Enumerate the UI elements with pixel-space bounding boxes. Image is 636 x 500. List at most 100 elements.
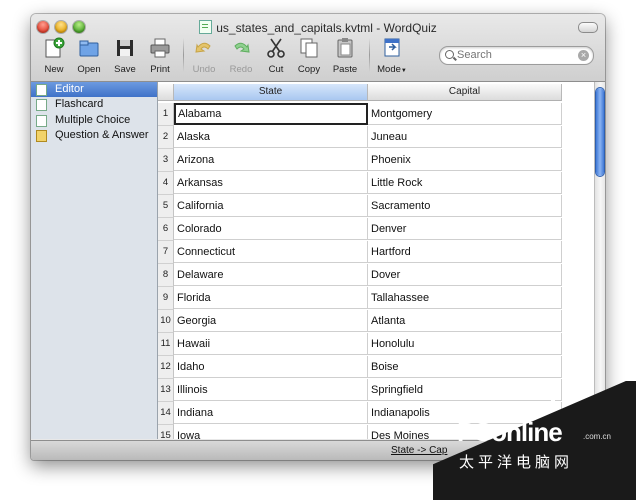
clear-search-icon[interactable]: × [578,50,589,61]
row-number[interactable]: 8 [158,264,174,287]
redo-button[interactable]: Redo [223,37,259,75]
new-document-icon [43,37,65,59]
printer-icon [149,37,171,59]
document-icon [199,20,213,34]
row-number[interactable]: 3 [158,149,174,172]
flashcard-icon [36,99,47,111]
state-cell[interactable]: Iowa [174,425,368,439]
row-number[interactable]: 2 [158,126,174,149]
watermark-domain: .com.cn [583,432,612,441]
row-number[interactable]: 10 [158,310,174,333]
new-button[interactable]: New [36,37,72,75]
toolbar-separator [369,38,370,72]
capital-cell[interactable]: Hartford [368,241,562,263]
row-number[interactable]: 9 [158,287,174,310]
sidebar-item-multiple-choice[interactable]: Multiple Choice [31,113,157,128]
capital-cell[interactable]: Montgomery [368,103,562,125]
new-button-label: New [44,64,64,75]
state-cell[interactable]: Illinois [174,379,368,401]
row-number[interactable]: 15 [158,425,174,439]
capital-cell[interactable]: Juneau [368,126,562,148]
capital-cell[interactable]: Atlanta [368,310,562,332]
state-cell[interactable]: Florida [174,287,368,309]
capital-cell[interactable]: Boise [368,356,562,378]
watermark-chinese-text: 太平洋电脑网 [459,453,574,471]
print-button[interactable]: Print [142,37,178,75]
mode-button[interactable]: Mode▼ [374,37,410,75]
sidebar-item-label: Question & Answer [55,129,149,141]
capital-cell[interactable]: Honolulu [368,333,562,355]
row-number[interactable]: 11 [158,333,174,356]
sidebar-item-editor[interactable]: Editor [31,82,157,97]
state-cell[interactable]: Connecticut [174,241,368,263]
mode-button-label: Mode▼ [377,64,407,75]
multiple-choice-icon [36,115,47,127]
row-number[interactable]: 13 [158,379,174,402]
undo-arrow-icon [193,37,215,59]
column-header-state[interactable]: State [174,84,368,101]
watermark-dots [545,395,573,415]
sidebar-item-flashcard[interactable]: Flashcard [31,97,157,112]
dropdown-arrow-icon: ▼ [400,68,407,74]
toolbar-toggle-button[interactable] [578,22,598,33]
redo-button-label: Redo [229,64,253,75]
capital-cell[interactable]: Tallahassee [368,287,562,309]
sidebar-item-label: Multiple Choice [55,114,131,126]
floppy-disk-icon [114,37,136,59]
search-icon [445,50,454,59]
question-answer-icon [36,130,47,142]
row-number[interactable]: 1 [158,103,174,126]
state-cell[interactable]: Delaware [174,264,368,286]
state-cell[interactable]: Indiana [174,402,368,424]
undo-button[interactable]: Undo [186,37,222,75]
capital-cell[interactable]: Phoenix [368,149,562,171]
search-input[interactable] [457,48,575,62]
sidebar-item-question-answer[interactable]: Question & Answer [31,128,157,143]
toolbar-separator [183,38,184,72]
toolbar: us_states_and_capitals.kvtml - WordQuiz … [31,14,605,82]
state-cell[interactable]: Idaho [174,356,368,378]
paste-icon [334,37,356,59]
row-number[interactable]: 7 [158,241,174,264]
copy-button-label: Copy [297,64,321,75]
state-cell[interactable]: Hawaii [174,333,368,355]
editor-icon [36,84,47,96]
cut-button[interactable]: Cut [258,37,294,75]
row-number[interactable]: 6 [158,218,174,241]
cut-button-label: Cut [268,64,284,75]
open-button[interactable]: Open [71,37,107,75]
capital-cell[interactable]: Dover [368,264,562,286]
row-number[interactable]: 12 [158,356,174,379]
open-button-label: Open [77,64,101,75]
state-cell[interactable]: California [174,195,368,217]
paste-button-label: Paste [332,64,358,75]
capital-cell[interactable]: Little Rock [368,172,562,194]
save-button[interactable]: Save [107,37,143,75]
mode-icon [381,37,403,59]
state-cell[interactable]: Alaska [174,126,368,148]
print-button-label: Print [150,64,170,75]
row-number[interactable]: 4 [158,172,174,195]
row-number[interactable]: 14 [158,402,174,425]
column-header-capital[interactable]: Capital [368,84,562,101]
row-number[interactable]: 5 [158,195,174,218]
state-cell[interactable]: Colorado [174,218,368,240]
state-cell[interactable]: Alabama [174,103,368,125]
state-cell[interactable]: Arkansas [174,172,368,194]
scissors-icon [265,37,287,59]
window-title-text: us_states_and_capitals.kvtml - WordQuiz [216,21,437,35]
capital-cell[interactable]: Denver [368,218,562,240]
row-header-corner[interactable] [158,84,174,101]
sidebar-item-label: Editor [55,83,84,95]
mode-sidebar: Editor Flashcard Multiple Choice Questio… [31,82,158,439]
scrollbar-thumb[interactable] [596,88,604,176]
state-cell[interactable]: Arizona [174,149,368,171]
undo-button-label: Undo [192,64,216,75]
search-field[interactable]: × [439,46,594,65]
capital-cell[interactable]: Sacramento [368,195,562,217]
copy-button[interactable]: Copy [291,37,327,75]
open-folder-icon [78,37,100,59]
watermark: PConline .com.cn 太平洋电脑网 [433,381,636,500]
paste-button[interactable]: Paste [327,37,363,75]
state-cell[interactable]: Georgia [174,310,368,332]
